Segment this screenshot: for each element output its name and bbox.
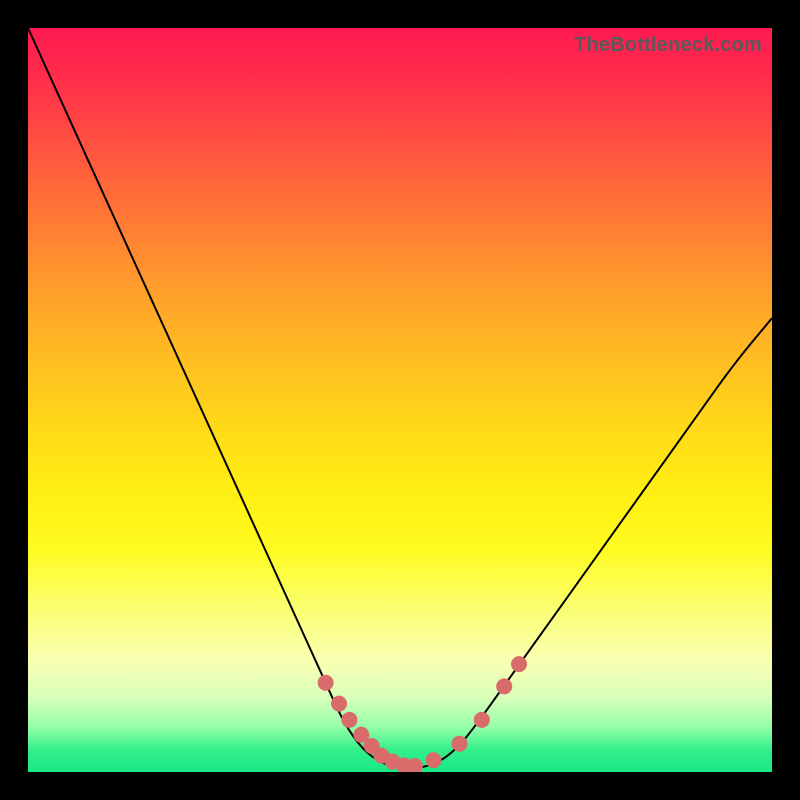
bottleneck-curve-path — [28, 28, 772, 768]
highlight-dot — [496, 678, 512, 694]
highlight-dot — [452, 736, 468, 752]
highlight-dot — [474, 712, 490, 728]
plot-area: TheBottleneck.com — [28, 28, 772, 772]
highlight-dots — [318, 656, 527, 772]
chart-frame: TheBottleneck.com — [0, 0, 800, 800]
highlight-dot — [331, 696, 347, 712]
highlight-dot — [318, 675, 334, 691]
curve-layer — [28, 28, 772, 772]
highlight-dot — [511, 656, 527, 672]
highlight-dot — [341, 712, 357, 728]
watermark-text: TheBottleneck.com — [574, 34, 762, 57]
bottleneck-curve — [28, 28, 772, 768]
highlight-dot — [426, 752, 442, 768]
